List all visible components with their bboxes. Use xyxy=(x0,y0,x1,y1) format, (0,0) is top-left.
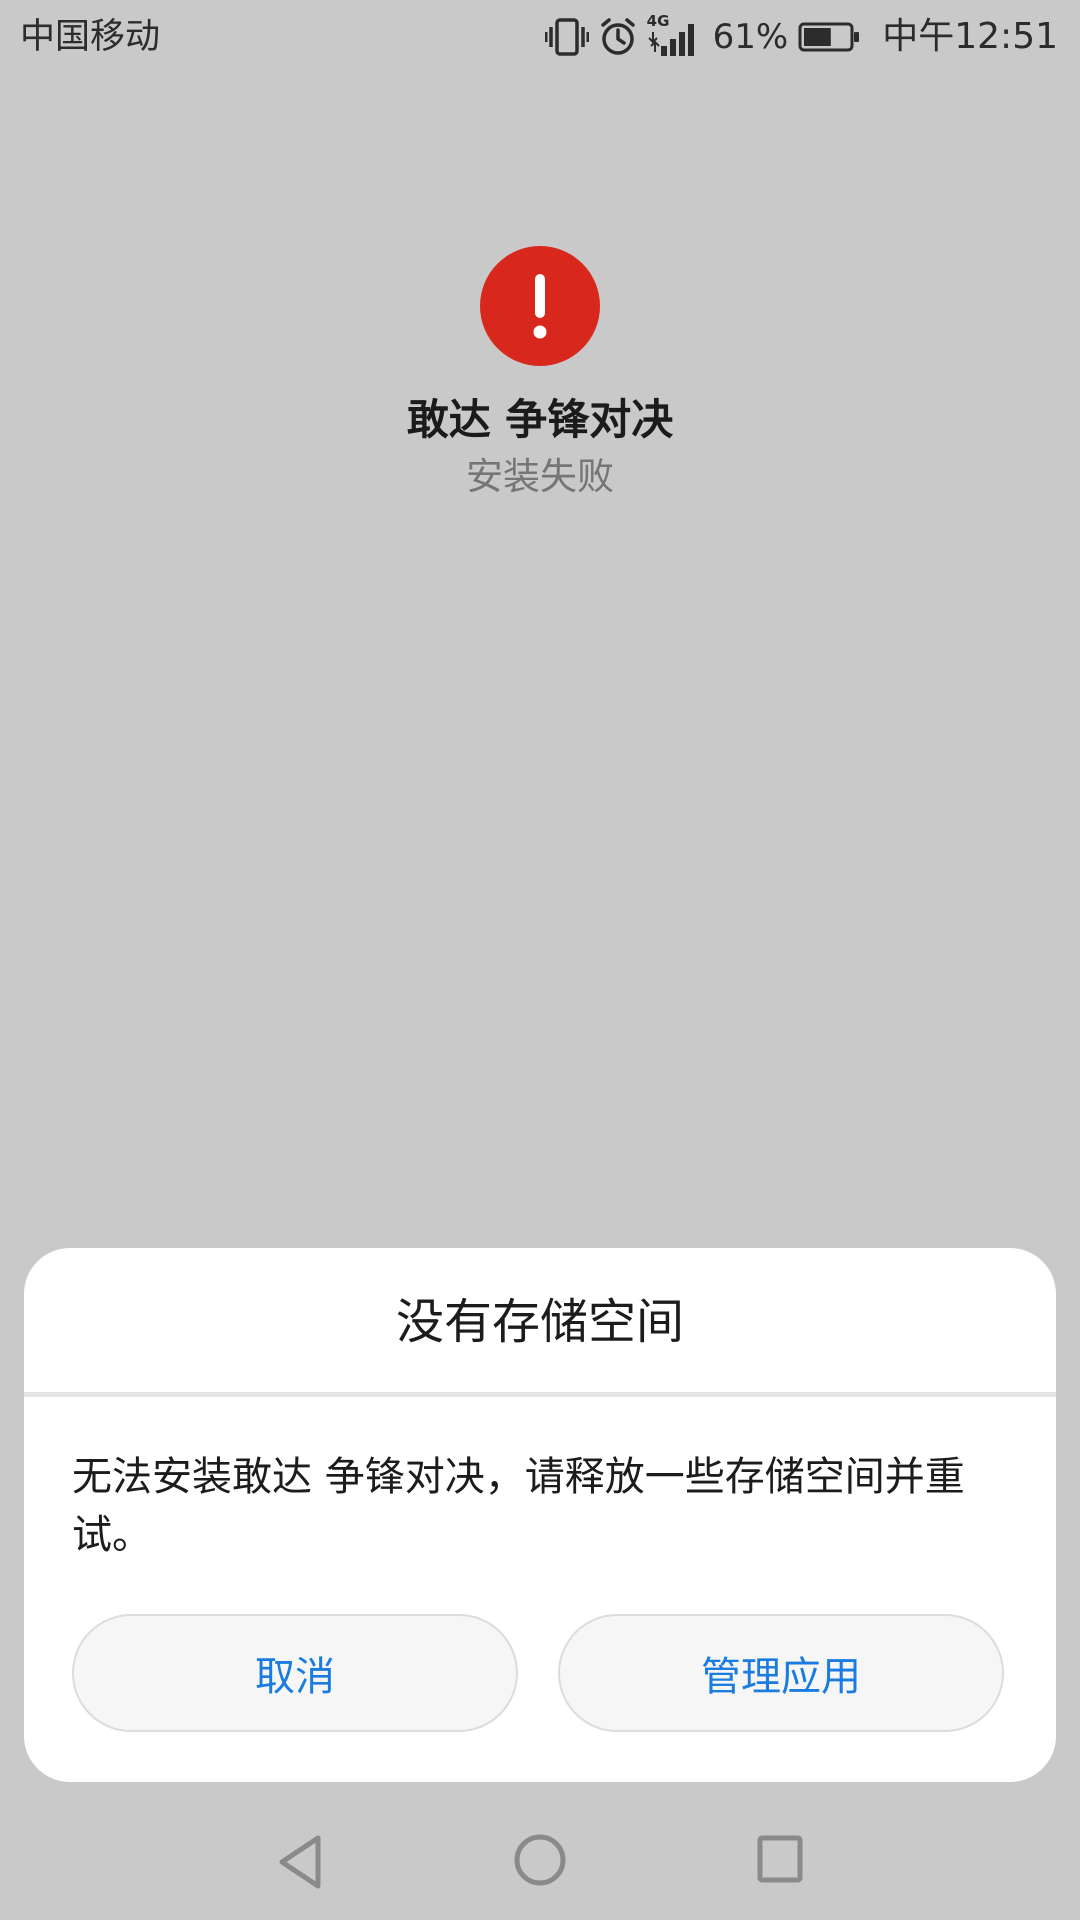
carrier-name: 中国移动 xyxy=(20,17,161,57)
back-icon[interactable] xyxy=(270,1830,330,1894)
battery-percent: 61% xyxy=(712,17,789,57)
no-storage-dialog: 没有存储空间 无法安装敢达 争锋对决，请释放一些存储空间并重试。 取消 管理应用 xyxy=(24,1248,1056,1782)
home-icon[interactable] xyxy=(512,1830,568,1890)
app-name: 敢达 争锋对决 xyxy=(406,395,674,444)
cancel-button[interactable]: 取消 xyxy=(72,1614,518,1732)
manage-apps-button-label: 管理应用 xyxy=(701,1654,861,1700)
dialog-message: 无法安装敢达 争锋对决，请释放一些存储空间并重试。 xyxy=(72,1454,965,1558)
dialog-divider xyxy=(24,1392,1056,1397)
status-bar: 中国移动 4G 61% 中午12:51 xyxy=(0,0,1080,74)
navigation-bar xyxy=(0,1810,1080,1920)
manage-apps-button[interactable]: 管理应用 xyxy=(558,1614,1004,1732)
recent-apps-icon[interactable] xyxy=(756,1832,804,1886)
install-status-text: 安装失败 xyxy=(466,455,614,498)
cancel-button-label: 取消 xyxy=(255,1654,335,1700)
battery-icon xyxy=(798,21,860,53)
vibrate-icon xyxy=(544,17,589,57)
exclamation-circle-icon xyxy=(480,246,600,366)
signal-4g-icon: 4G xyxy=(647,12,701,58)
alarm-icon xyxy=(599,17,637,57)
status-icons: 4G 61% 中午12:51 xyxy=(544,12,1058,62)
clock: 中午12:51 xyxy=(882,16,1058,57)
dialog-title: 没有存储空间 xyxy=(395,1294,684,1350)
